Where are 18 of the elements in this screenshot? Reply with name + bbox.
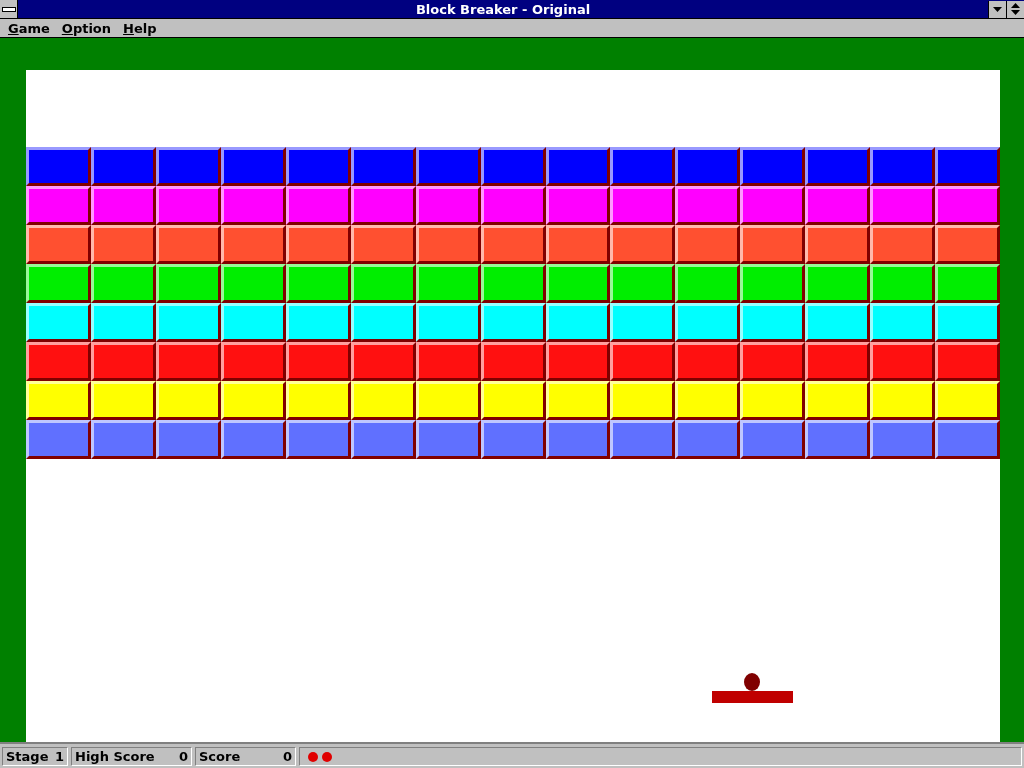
stage-label: Stage bbox=[6, 749, 49, 764]
life-ball-icon bbox=[308, 751, 318, 762]
menu-item[interactable]: Option bbox=[55, 20, 118, 36]
menu-item[interactable]: Help bbox=[117, 20, 163, 36]
system-menu-button[interactable] bbox=[0, 0, 18, 18]
restore-button[interactable] bbox=[1006, 0, 1024, 18]
high-score-label: High Score bbox=[75, 749, 155, 764]
menu-item[interactable]: Game bbox=[2, 20, 56, 36]
minimize-button[interactable] bbox=[988, 0, 1006, 18]
stage-value: 1 bbox=[54, 749, 64, 764]
ball bbox=[744, 673, 760, 691]
score-value: 0 bbox=[282, 749, 292, 764]
life-ball-icon bbox=[322, 751, 332, 762]
up-down-arrows-icon bbox=[1011, 3, 1020, 15]
score-label: Score bbox=[199, 749, 241, 764]
high-score-value: 0 bbox=[178, 749, 188, 764]
window-title: Block Breaker - Original bbox=[414, 1, 592, 17]
caret-icon bbox=[993, 6, 1002, 12]
